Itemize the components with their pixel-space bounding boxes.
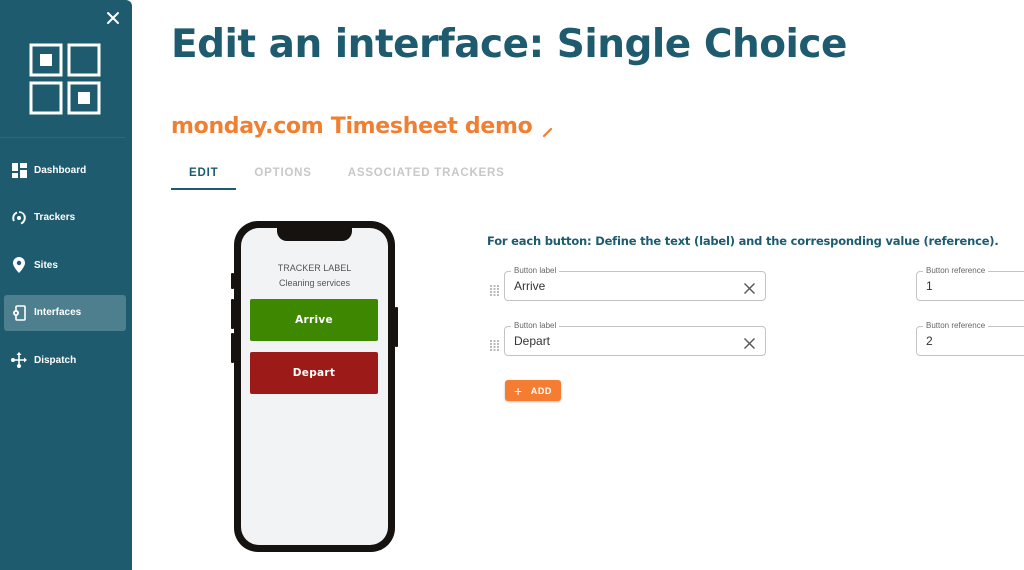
field-value[interactable]: Depart	[514, 334, 550, 348]
drag-handle[interactable]	[490, 336, 499, 351]
button-row: Button label Depart Button reference 2	[490, 321, 1024, 356]
trackers-icon	[11, 210, 27, 226]
sidebar-item-dispatch[interactable]: Dispatch	[4, 342, 126, 378]
interface-name: monday.com Timesheet demo	[171, 114, 554, 139]
close-icon	[107, 12, 119, 24]
preview-depart-button[interactable]: Depart	[250, 352, 378, 394]
sidebar-nav: Dashboard Trackers Sites Interfaces Disp…	[4, 152, 126, 390]
button-reference-field[interactable]: Button reference 2	[916, 321, 1024, 356]
dispatch-icon	[11, 352, 27, 368]
phone-side-button	[231, 273, 234, 289]
main-content: Edit an interface: Single Choice monday.…	[132, 0, 1024, 570]
tab-options[interactable]: OPTIONS	[236, 160, 329, 190]
field-label: Button label	[511, 321, 560, 331]
close-icon	[744, 338, 755, 349]
tracker-label: TRACKER LABEL	[277, 263, 352, 273]
instructions-text: For each button: Define the text (label)…	[487, 234, 999, 248]
sidebar-item-label: Dispatch	[34, 354, 77, 366]
add-button[interactable]: + ADD	[505, 380, 561, 401]
sidebar: Dashboard Trackers Sites Interfaces Disp…	[0, 0, 132, 570]
tab-edit[interactable]: EDIT	[171, 160, 237, 190]
field-label: Button reference	[923, 321, 989, 331]
grid-logo-icon	[29, 43, 101, 115]
dashboard-icon	[11, 162, 27, 178]
app-logo	[29, 43, 101, 115]
sidebar-item-label: Dashboard	[34, 164, 87, 176]
drag-handle-icon	[490, 285, 499, 296]
sidebar-divider	[0, 137, 125, 138]
drag-handle-icon	[490, 340, 499, 351]
field-value[interactable]: Arrive	[514, 279, 545, 293]
tab-associated-trackers[interactable]: ASSOCIATED TRACKERS	[330, 160, 523, 190]
tracker-subtitle: Cleaning services	[278, 278, 351, 288]
tab-bar: EDIT OPTIONS ASSOCIATED TRACKERS	[171, 160, 523, 190]
field-value[interactable]: 2	[926, 334, 933, 348]
clear-button[interactable]	[743, 280, 756, 294]
preview-arrive-button[interactable]: Arrive	[250, 299, 378, 341]
phone-notch	[277, 228, 352, 241]
edit-name-button[interactable]	[542, 123, 554, 137]
button-label-field[interactable]: Button label Arrive	[504, 266, 766, 301]
clear-button[interactable]	[743, 335, 756, 349]
close-icon	[744, 283, 755, 294]
phone-preview: TRACKER LABEL Cleaning services Arrive D…	[231, 221, 398, 552]
button-label-field[interactable]: Button label Depart	[504, 321, 766, 356]
phone-side-button	[231, 299, 234, 329]
sidebar-item-label: Interfaces	[34, 307, 82, 318]
location-pin-icon	[11, 257, 27, 273]
drag-handle[interactable]	[490, 281, 499, 296]
button-reference-field[interactable]: Button reference 1	[916, 266, 1024, 301]
sidebar-item-label: Trackers	[34, 212, 76, 223]
phone-side-button	[395, 307, 398, 347]
phone-side-button	[231, 333, 234, 363]
add-button-label: ADD	[530, 385, 553, 396]
field-label: Button reference	[923, 266, 989, 276]
field-label: Button label	[511, 266, 560, 276]
sidebar-item-label: Sites	[34, 259, 58, 271]
page-title: Edit an interface: Single Choice	[171, 22, 847, 67]
field-value[interactable]: 1	[926, 279, 933, 293]
sidebar-item-dashboard[interactable]: Dashboard	[4, 152, 126, 188]
button-row: Button label Arrive Button reference 1	[490, 266, 1024, 301]
interface-name-text: monday.com Timesheet demo	[171, 114, 533, 139]
phone-screen: TRACKER LABEL Cleaning services Arrive D…	[241, 228, 388, 545]
sidebar-item-trackers[interactable]: Trackers	[4, 200, 126, 236]
plus-icon: +	[513, 382, 523, 399]
sidebar-item-sites[interactable]: Sites	[4, 247, 126, 283]
interfaces-icon	[11, 304, 27, 321]
close-sidebar-button[interactable]	[104, 9, 122, 27]
pencil-icon	[543, 127, 553, 137]
sidebar-item-interfaces[interactable]: Interfaces	[4, 294, 126, 331]
